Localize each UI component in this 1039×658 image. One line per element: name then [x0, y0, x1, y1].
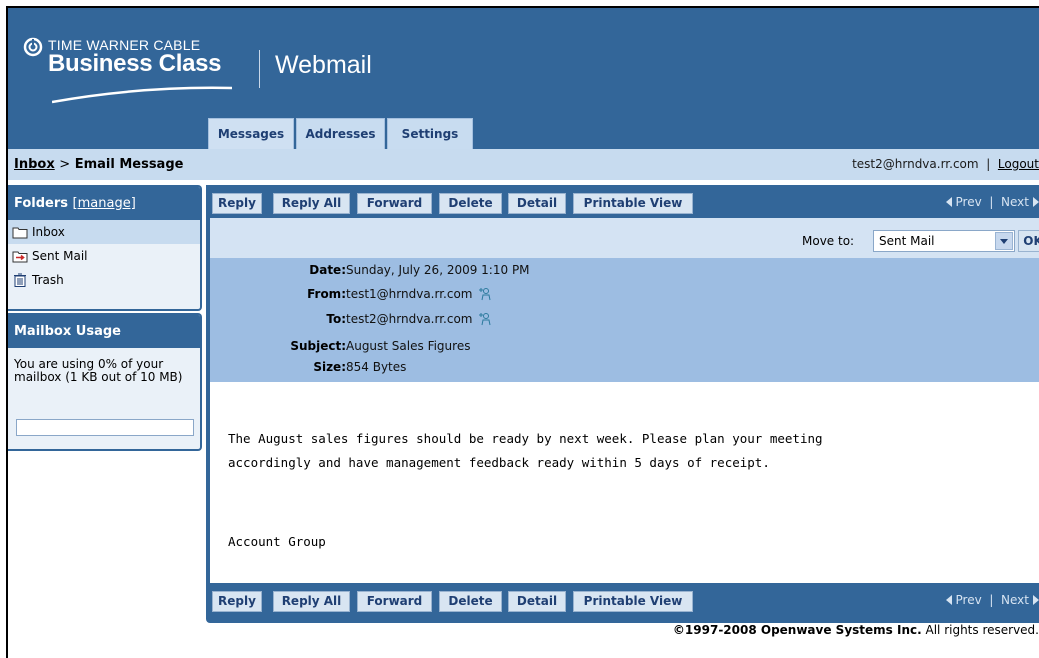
- prev-arrow-icon: [945, 197, 952, 207]
- tab-settings[interactable]: Settings: [387, 118, 473, 149]
- pager-separator: |: [989, 195, 994, 209]
- body-line: accordingly and have management feedback…: [228, 455, 770, 470]
- breadcrumb-separator: >: [59, 157, 71, 172]
- footer-rights: All rights reserved.: [925, 623, 1039, 637]
- to-value: test2@hrndva.rr.com: [346, 312, 473, 326]
- logout-link[interactable]: Logout: [998, 157, 1039, 171]
- twc-eye-ear-icon: [23, 37, 43, 57]
- add-contact-icon[interactable]: [478, 287, 492, 301]
- body-line: The August sales figures should be ready…: [228, 431, 823, 446]
- to-value-wrap: test2@hrndva.rr.com: [346, 312, 492, 326]
- brand-main-text: Business Class: [48, 50, 222, 77]
- mailbox-usage-bar: [16, 419, 194, 436]
- tab-addresses[interactable]: Addresses: [296, 118, 385, 149]
- user-separator: |: [986, 157, 991, 171]
- folder-label: Trash: [32, 273, 64, 287]
- reply-all-button[interactable]: Reply All: [273, 591, 350, 612]
- footer-copyright: ©1997-2008 Openwave Systems Inc.: [672, 623, 922, 637]
- header-row-date: Date: Sunday, July 26, 2009 1:10 PM: [210, 263, 1039, 283]
- size-value: 854 Bytes: [346, 360, 407, 374]
- detail-button[interactable]: Detail: [508, 591, 566, 612]
- folders-panel-title: Folders [manage]: [8, 187, 200, 220]
- printable-view-button[interactable]: Printable View: [573, 193, 693, 214]
- folder-label: Inbox: [32, 225, 65, 239]
- prev-link[interactable]: Prev: [945, 195, 982, 209]
- breadcrumb-bar: Inbox > Email Message test2@hrndva.rr.co…: [8, 149, 1039, 181]
- sent-folder-icon: [12, 251, 28, 263]
- folder-label: Sent Mail: [32, 249, 88, 263]
- mailbox-usage-text: You are using 0% of your mailbox (1 KB o…: [14, 357, 183, 384]
- header-row-from: From: test1@hrndva.rr.com: [210, 287, 1039, 307]
- message-toolbar-bottom: Reply Reply All Forward Delete Detail Pr…: [206, 583, 1039, 617]
- move-ok-button[interactable]: OK: [1018, 230, 1039, 252]
- next-label: Next: [1001, 593, 1029, 607]
- from-value: test1@hrndva.rr.com: [346, 287, 473, 301]
- mailbox-usage-panel: Mailbox Usage You are using 0% of your m…: [8, 313, 202, 451]
- folders-panel: Folders [manage] Inbox Sent Mail Trash: [8, 185, 202, 311]
- move-to-row: Move to: Sent Mail OK: [210, 218, 1039, 258]
- delete-button[interactable]: Delete: [439, 193, 502, 214]
- size-label: Size:: [313, 360, 346, 374]
- breadcrumb-inbox-link[interactable]: Inbox: [14, 157, 55, 172]
- manage-folders-link[interactable]: [manage]: [73, 196, 136, 211]
- brand-swoosh: [52, 86, 232, 104]
- user-info: test2@hrndva.rr.com | Logout: [852, 157, 1039, 171]
- subject-value: August Sales Figures: [346, 339, 471, 353]
- pager: Prev | Next: [945, 195, 1039, 209]
- reply-button[interactable]: Reply: [212, 591, 262, 612]
- date-label: Date:: [309, 263, 346, 277]
- to-label: To:: [326, 312, 346, 326]
- body-signature: Account Group: [228, 534, 326, 549]
- delete-button[interactable]: Delete: [439, 591, 502, 612]
- next-arrow-icon: [1033, 197, 1039, 207]
- reply-button[interactable]: Reply: [212, 193, 262, 214]
- prev-label: Prev: [955, 593, 982, 607]
- date-value: Sunday, July 26, 2009 1:10 PM: [346, 263, 530, 277]
- product-title: Webmail: [275, 51, 372, 79]
- move-to-label: Move to:: [802, 234, 855, 248]
- breadcrumb: Inbox > Email Message: [14, 157, 183, 172]
- next-label: Next: [1001, 195, 1029, 209]
- reply-all-button[interactable]: Reply All: [273, 193, 350, 214]
- breadcrumb-current: Email Message: [74, 157, 184, 172]
- message-body: The August sales figures should be ready…: [210, 382, 1039, 583]
- message-headers: Date: Sunday, July 26, 2009 1:10 PM From…: [210, 258, 1039, 382]
- app-header: TIME WARNER CABLE Business Class Webmail…: [8, 8, 1039, 149]
- from-label: From:: [307, 287, 346, 301]
- chevron-down-icon[interactable]: [995, 232, 1013, 250]
- folder-icon: [12, 227, 28, 239]
- folder-item-trash[interactable]: Trash: [8, 268, 200, 292]
- next-link[interactable]: Next: [1001, 593, 1039, 607]
- header-row-subject: Subject: August Sales Figures: [210, 339, 1039, 359]
- move-to-selected-value: Sent Mail: [879, 234, 935, 248]
- mailbox-usage-title: Mailbox Usage: [8, 315, 200, 348]
- tab-messages[interactable]: Messages: [208, 118, 294, 149]
- footer: ©1997-2008 Openwave Systems Inc. All rig…: [673, 623, 1039, 643]
- folder-item-sent-mail[interactable]: Sent Mail: [8, 244, 200, 268]
- folder-item-inbox[interactable]: Inbox: [8, 220, 200, 244]
- forward-button[interactable]: Forward: [357, 193, 432, 214]
- trash-icon: [14, 273, 26, 287]
- add-contact-icon[interactable]: [478, 312, 492, 326]
- pager-separator: |: [989, 593, 994, 607]
- user-email: test2@hrndva.rr.com: [852, 157, 979, 171]
- prev-label: Prev: [955, 195, 982, 209]
- printable-view-button[interactable]: Printable View: [573, 591, 693, 612]
- header-row-to: To: test2@hrndva.rr.com: [210, 312, 1039, 332]
- from-value-wrap: test1@hrndva.rr.com: [346, 287, 492, 301]
- message-view: Reply Reply All Forward Delete Detail Pr…: [206, 185, 1039, 623]
- next-arrow-icon: [1033, 595, 1039, 605]
- pager: Prev | Next: [945, 593, 1039, 607]
- header-divider: [259, 50, 260, 88]
- prev-link[interactable]: Prev: [945, 593, 982, 607]
- subject-label: Subject:: [290, 339, 346, 353]
- prev-arrow-icon: [945, 595, 952, 605]
- detail-button[interactable]: Detail: [508, 193, 566, 214]
- message-toolbar-top: Reply Reply All Forward Delete Detail Pr…: [206, 185, 1039, 218]
- next-link[interactable]: Next: [1001, 195, 1039, 209]
- move-to-select[interactable]: Sent Mail: [873, 230, 1015, 252]
- header-row-size: Size: 854 Bytes: [210, 360, 1039, 380]
- forward-button[interactable]: Forward: [357, 591, 432, 612]
- folders-title: Folders: [14, 196, 69, 211]
